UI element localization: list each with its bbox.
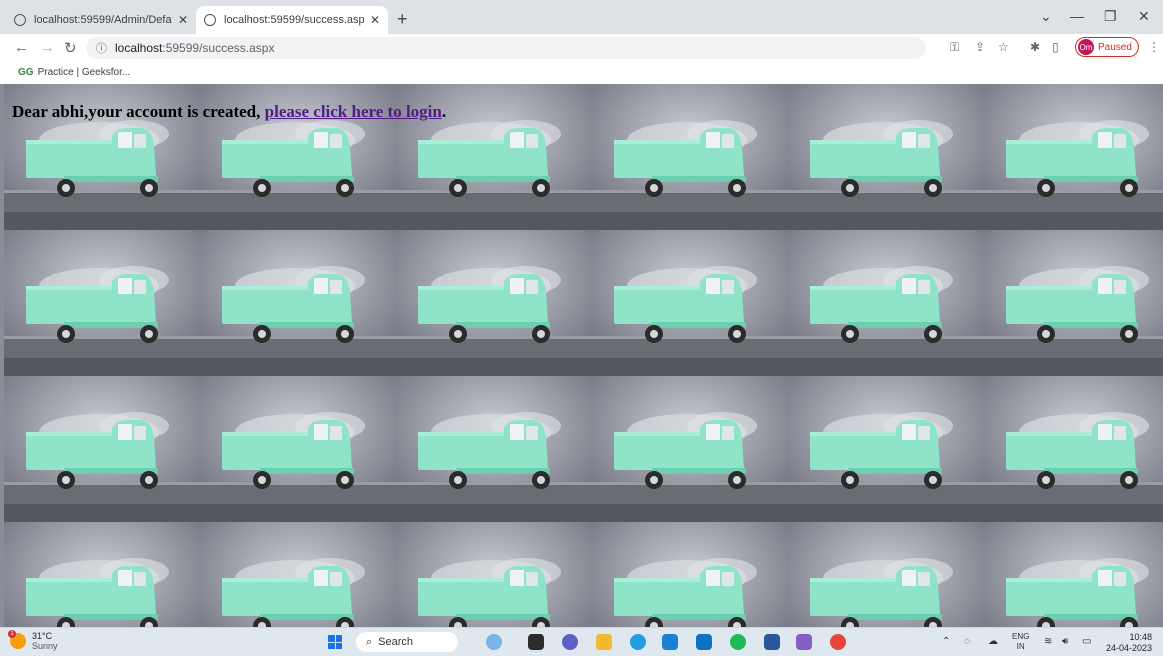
file-explorer-icon[interactable] xyxy=(596,634,612,650)
word-icon[interactable] xyxy=(764,634,780,650)
background-tile xyxy=(592,522,788,627)
close-icon[interactable]: ✕ xyxy=(178,13,188,27)
tab-success[interactable]: localhost:59599/success.aspx ✕ xyxy=(196,6,388,34)
battery-icon[interactable]: ▭ xyxy=(1082,636,1091,647)
sun-icon: 1 xyxy=(8,630,26,649)
geeksforgeeks-icon: GG xyxy=(18,67,34,78)
onedrive-icon[interactable]: ☁ xyxy=(988,636,998,647)
star-icon[interactable]: ☆ xyxy=(998,40,1009,54)
tab-title: localhost:59599/success.aspx xyxy=(224,14,364,26)
background-tile xyxy=(4,522,200,627)
tab-title: localhost:59599/Admin/Default.a xyxy=(34,14,172,26)
url-host: localhost xyxy=(115,41,163,55)
clock-date: 24-04-2023 xyxy=(1105,643,1152,653)
profile-button[interactable]: Om Paused xyxy=(1075,37,1139,57)
wifi-icon[interactable]: ≋ xyxy=(1044,636,1052,647)
info-icon[interactable]: ⓘ xyxy=(96,40,107,56)
browser-toolbar: ← → ↻ ⓘ localhost:59599/success.aspx ⚿ ⇪… xyxy=(0,34,1163,62)
background-tile xyxy=(984,230,1163,376)
background-tile xyxy=(788,230,984,376)
restore-button[interactable]: ❐ xyxy=(1104,8,1117,25)
background-tile xyxy=(984,376,1163,522)
tab-admin[interactable]: localhost:59599/Admin/Default.a ✕ xyxy=(6,6,196,34)
message-text: Dear abhi,your account is created, xyxy=(12,102,265,121)
language-indicator[interactable]: ENG IN xyxy=(1012,632,1029,652)
visual-studio-icon[interactable] xyxy=(796,634,812,650)
url-path: :59599/success.aspx xyxy=(162,41,275,55)
background-tile xyxy=(592,376,788,522)
address-bar[interactable]: ⓘ localhost:59599/success.aspx xyxy=(86,37,926,59)
volume-icon[interactable]: 🔊︎ xyxy=(1062,636,1068,647)
windows-start-icon[interactable] xyxy=(328,635,342,649)
key-icon[interactable]: ⚿ xyxy=(950,40,959,55)
widgets-icon[interactable] xyxy=(486,634,502,650)
region-code: IN xyxy=(1016,642,1025,651)
background-tile xyxy=(396,376,592,522)
search-label: Search xyxy=(378,636,414,648)
background-tile xyxy=(396,522,592,627)
chrome-icon[interactable] xyxy=(830,634,846,650)
new-tab-button[interactable]: + xyxy=(397,9,408,30)
avatar: Om xyxy=(1078,39,1094,55)
forward-icon[interactable]: → xyxy=(40,39,55,56)
background-tile xyxy=(788,84,984,230)
message-period: . xyxy=(441,102,447,121)
clock-time: 10:48 xyxy=(1129,632,1152,642)
teams-chat-icon[interactable] xyxy=(562,634,578,650)
bookmarks-bar: GG Practice | Geeksfor... xyxy=(0,62,1163,85)
weather-condition: Sunny xyxy=(32,641,58,651)
close-icon[interactable]: ✕ xyxy=(370,13,380,27)
tab-strip: localhost:59599/Admin/Default.a ✕ localh… xyxy=(0,0,1163,34)
profile-status: Paused xyxy=(1098,41,1132,53)
windows-taskbar: 1 31°C Sunny ⌕ Search ⌃ ◌ ☁ ENG IN ≋ 🔊︎ … xyxy=(0,627,1163,656)
background-tile xyxy=(984,522,1163,627)
success-message: Dear abhi,your account is created, pleas… xyxy=(12,102,446,122)
login-link[interactable]: please click here to login xyxy=(265,102,442,121)
reload-icon[interactable]: ↻ xyxy=(64,39,77,57)
extensions-icon[interactable]: ✱ xyxy=(1030,40,1040,54)
l-app-icon[interactable] xyxy=(662,634,678,650)
bookmark-label: Practice | Geeksfor... xyxy=(37,67,131,78)
background-tile xyxy=(200,230,396,376)
spotify-icon[interactable] xyxy=(730,634,746,650)
search-icon: ⌕ xyxy=(366,635,373,648)
close-window-button[interactable]: ✕ xyxy=(1138,8,1150,25)
background-tile xyxy=(4,230,200,376)
store-icon[interactable] xyxy=(696,634,712,650)
page-content: Dear abhi,your account is created, pleas… xyxy=(0,84,1163,627)
side-panel-icon[interactable]: ▯ xyxy=(1052,40,1059,54)
weather-widget[interactable]: 1 31°C Sunny xyxy=(8,630,58,651)
menu-icon[interactable]: ⋮ xyxy=(1148,40,1160,54)
edge-icon[interactable] xyxy=(630,634,646,650)
background-tile xyxy=(4,376,200,522)
background-tile xyxy=(788,376,984,522)
globe-icon xyxy=(14,14,26,26)
chevron-up-icon[interactable]: ⌃ xyxy=(942,636,950,647)
background-tile xyxy=(788,522,984,627)
share-icon[interactable]: ⇪ xyxy=(975,40,985,54)
weather-temperature: 31°C xyxy=(32,631,53,641)
tab-search-icon[interactable]: ⌄ xyxy=(1040,8,1052,25)
notification-badge: 1 xyxy=(8,630,16,638)
minimize-button[interactable]: — xyxy=(1070,8,1084,24)
task-view-icon[interactable] xyxy=(528,634,544,650)
taskbar-search[interactable]: ⌕ Search xyxy=(356,632,458,652)
background-tile xyxy=(200,522,396,627)
background-tile xyxy=(396,230,592,376)
tray-app-icon[interactable]: ◌ xyxy=(964,636,970,647)
bookmark-geeksforgeeks[interactable]: GG Practice | Geeksfor... xyxy=(18,67,130,78)
language-code: ENG xyxy=(1012,632,1030,641)
background-tile xyxy=(200,376,396,522)
globe-icon xyxy=(204,14,216,26)
background-tile xyxy=(592,84,788,230)
clock[interactable]: 10:48 24-04-2023 xyxy=(1100,632,1152,654)
background-tile xyxy=(984,84,1163,230)
back-icon[interactable]: ← xyxy=(14,39,29,56)
background-tile xyxy=(592,230,788,376)
